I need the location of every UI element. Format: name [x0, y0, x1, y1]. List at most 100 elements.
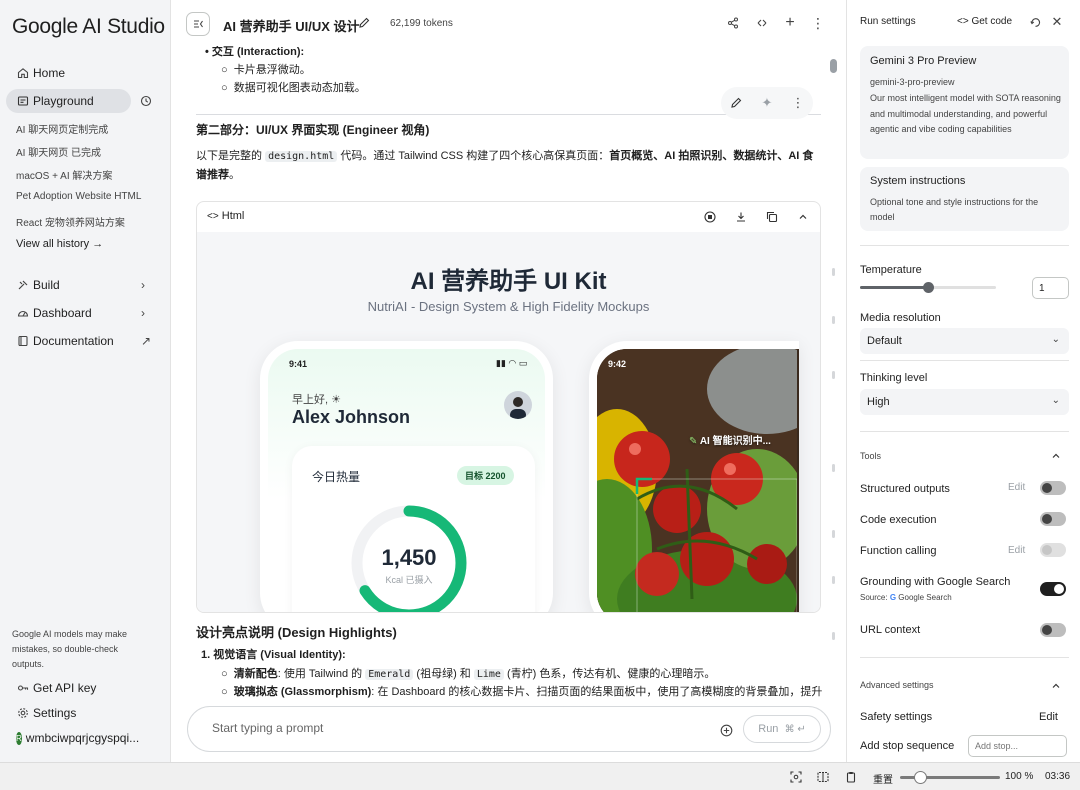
- chevron-up-icon[interactable]: [796, 210, 810, 224]
- structured-outputs-toggle[interactable]: [1040, 481, 1066, 495]
- reset-icon[interactable]: [1028, 15, 1042, 29]
- grounding-label: Grounding with Google Search: [860, 576, 1011, 588]
- code-execution-toggle[interactable]: [1040, 512, 1066, 526]
- nav-build[interactable]: Build: [6, 273, 131, 297]
- thinking-level-select[interactable]: High ⌄: [860, 389, 1069, 415]
- list-item: ○ 清新配色: 使用 Tailwind 的 Emerald (祖母绿) 和 Li…: [221, 668, 716, 680]
- more-options-icon[interactable]: ⋮: [791, 95, 805, 110]
- reset-zoom-button[interactable]: 重置: [873, 771, 893, 786]
- chevron-right-icon[interactable]: ›: [141, 278, 145, 292]
- nav-settings[interactable]: Settings: [6, 701, 131, 725]
- pencil-icon: ✎: [689, 436, 698, 447]
- download-icon[interactable]: [734, 210, 748, 224]
- scroll-marker[interactable]: [832, 576, 835, 584]
- nav-get-api-key[interactable]: Get API key: [6, 676, 131, 700]
- stop-sequence-input[interactable]: [968, 735, 1067, 757]
- phone-screen: 9:41 ▮▮ ◠ ▭ 早上好, ☀ Alex Johnson 今日热量 目标 …: [268, 349, 545, 612]
- zoom-slider[interactable]: [900, 771, 1000, 784]
- nav-get-api-key-label: Get API key: [33, 681, 97, 695]
- app-logo[interactable]: Google AI Studio: [12, 15, 165, 39]
- chat-title[interactable]: AI 营养助手 UI/UX 设计: [223, 16, 360, 35]
- temperature-slider[interactable]: [860, 282, 996, 293]
- scroll-marker[interactable]: [832, 268, 835, 276]
- view-all-history-link[interactable]: View all history →: [16, 238, 103, 250]
- scroll-marker[interactable]: [832, 464, 835, 472]
- code-icon: <>: [207, 211, 219, 222]
- chevron-up-icon[interactable]: [1050, 680, 1062, 692]
- history-item[interactable]: React 宠物领养网站方案: [16, 214, 125, 229]
- user-avatar[interactable]: [504, 391, 532, 419]
- external-link-icon[interactable]: ↗: [141, 334, 151, 348]
- url-context-label: URL context: [860, 624, 921, 636]
- history-item[interactable]: macOS + AI 解决方案: [16, 167, 112, 182]
- left-sidebar: Google AI Studio Home Playground AI 聊天网页…: [0, 0, 171, 762]
- close-icon[interactable]: ✕: [1050, 14, 1064, 29]
- phone-mockup-scan: 9:42 ✎ AI 智能识别中...: [589, 341, 799, 612]
- history-item[interactable]: AI 聊天网页 已完成: [16, 144, 101, 159]
- grounding-toggle[interactable]: [1040, 582, 1066, 596]
- history-item[interactable]: Pet Adoption Website HTML: [16, 191, 141, 202]
- media-resolution-select[interactable]: Default ⌄: [860, 328, 1069, 354]
- nav-playground[interactable]: Playground: [6, 89, 131, 113]
- screenshot-icon[interactable]: [789, 770, 803, 784]
- share-icon[interactable]: [726, 16, 740, 30]
- thinking-level-label: Thinking level: [860, 372, 928, 384]
- list-item: ○ 卡片悬浮微动。: [221, 64, 311, 76]
- more-options-icon[interactable]: ⋮: [811, 15, 825, 31]
- collapse-sidebar-button[interactable]: [186, 12, 210, 36]
- function-calling-toggle[interactable]: [1040, 543, 1066, 557]
- kit-title: AI 营养助手 UI Kit: [410, 268, 607, 295]
- chevron-up-icon[interactable]: [1050, 450, 1062, 462]
- scroll-marker[interactable]: [832, 530, 835, 538]
- history-icon[interactable]: [139, 94, 153, 108]
- nav-dashboard[interactable]: Dashboard: [6, 301, 131, 325]
- inline-code: Emerald: [365, 669, 414, 680]
- run-settings-panel: Run settings <> Get code ✕ Gemini 3 Pro …: [846, 0, 1080, 762]
- compare-icon[interactable]: [755, 16, 769, 30]
- arrow-right-icon: →: [92, 238, 104, 250]
- sparkle-icon[interactable]: ✦: [760, 95, 774, 110]
- scroll-marker[interactable]: [832, 316, 835, 324]
- zoom-slider-handle[interactable]: [914, 771, 927, 784]
- temperature-label: Temperature: [860, 264, 922, 276]
- temperature-slider-handle[interactable]: [923, 282, 934, 293]
- code-block-header: <> Html: [197, 202, 820, 232]
- target-badge: 目标 2200: [457, 466, 514, 485]
- stop-sequence-label: Add stop sequence: [860, 740, 955, 752]
- model-selector-card[interactable]: Gemini 3 Pro Preview gemini-3-pro-previe…: [860, 46, 1069, 159]
- split-view-icon[interactable]: [816, 770, 830, 784]
- edit-title-icon[interactable]: [357, 16, 371, 30]
- nav-documentation[interactable]: Documentation: [6, 329, 131, 353]
- structured-outputs-edit[interactable]: Edit: [1008, 482, 1025, 493]
- safety-settings-edit[interactable]: Edit: [1039, 711, 1058, 723]
- stop-preview-icon[interactable]: [703, 210, 717, 224]
- media-resolution-value: Default: [867, 335, 902, 347]
- prompt-input[interactable]: [212, 721, 692, 735]
- get-code-button[interactable]: <> Get code: [957, 16, 1012, 27]
- sub-item-bold: 清新配色: [233, 668, 278, 680]
- url-context-toggle[interactable]: [1040, 623, 1066, 637]
- scroll-marker[interactable]: [832, 371, 835, 379]
- grounding-source: Source: G Google Search: [860, 593, 952, 602]
- new-chat-icon[interactable]: +: [783, 14, 797, 31]
- chevron-right-icon[interactable]: ›: [141, 306, 145, 320]
- ai-scan-text: AI 智能识别中...: [699, 436, 771, 447]
- copy-icon[interactable]: [765, 210, 779, 224]
- run-button[interactable]: Run ⌘ ↵: [743, 715, 821, 743]
- nav-home-label: Home: [33, 66, 66, 80]
- clipboard-icon[interactable]: [844, 770, 858, 784]
- function-calling-edit[interactable]: Edit: [1008, 545, 1025, 556]
- account-menu[interactable]: R wmbciwpqrjcgyspqi...: [6, 726, 139, 750]
- temperature-input[interactable]: 1: [1032, 277, 1069, 299]
- list-item: ○ 数据可视化图表动态加载。: [221, 82, 366, 94]
- scrollbar-thumb[interactable]: [830, 59, 837, 73]
- add-attachment-icon[interactable]: [719, 723, 733, 737]
- edit-icon[interactable]: [729, 96, 743, 110]
- code-language-text: Html: [221, 210, 245, 222]
- scroll-marker[interactable]: [832, 632, 835, 640]
- history-item[interactable]: AI 聊天网页定制完成: [16, 121, 108, 136]
- system-instructions-card[interactable]: System instructions Optional tone and st…: [860, 167, 1069, 231]
- intro-text: 。: [229, 169, 240, 181]
- nav-home[interactable]: Home: [6, 61, 131, 85]
- key-icon: [16, 682, 29, 695]
